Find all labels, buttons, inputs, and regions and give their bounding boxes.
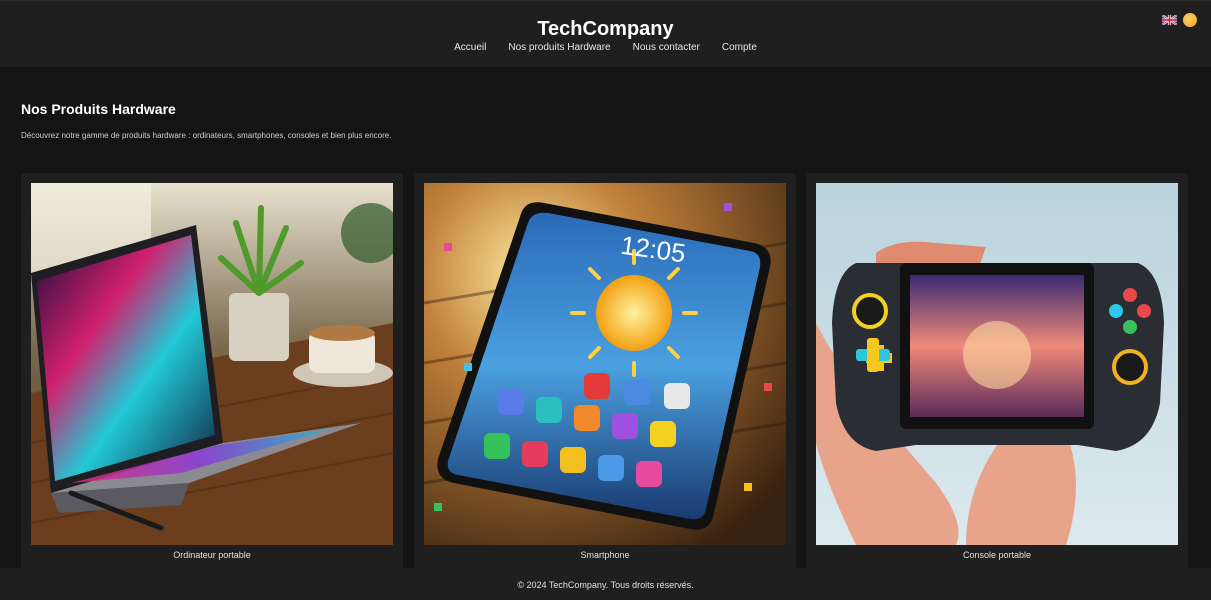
sun-icon[interactable] (1183, 13, 1197, 27)
header-controls (1162, 13, 1197, 27)
uk-flag-icon[interactable] (1162, 15, 1177, 25)
product-caption: Ordinateur portable (173, 550, 251, 560)
laptop-image (31, 183, 393, 545)
footer-copyright: © 2024 TechCompany. Tous droits réservés… (517, 580, 694, 590)
brand-title[interactable]: TechCompany (0, 18, 1211, 41)
smartphone-image: 12:05 (424, 183, 786, 545)
site-header: TechCompany Accueil Nos produits Hardwar… (0, 0, 1211, 67)
nav-link-produits[interactable]: Nos produits Hardware (508, 42, 610, 53)
nav-link-contact[interactable]: Nous contacter (633, 42, 700, 53)
product-card-console[interactable]: Console portable (806, 173, 1188, 573)
product-card-laptop[interactable]: Ordinateur portable (21, 173, 403, 573)
product-caption: Smartphone (580, 550, 630, 560)
product-card-smartphone[interactable]: 12:05 Smartphone (414, 173, 796, 573)
page-title: Nos Produits Hardware (21, 101, 176, 117)
nav-link-compte[interactable]: Compte (722, 42, 757, 53)
product-caption: Console portable (962, 550, 1032, 560)
nav-link-accueil[interactable]: Accueil (454, 42, 486, 53)
page-description: Découvrez notre gamme de produits hardwa… (21, 131, 392, 140)
main-nav: Accueil Nos produits Hardware Nous conta… (0, 42, 1211, 53)
handheld-console-image (816, 183, 1178, 545)
site-footer: © 2024 TechCompany. Tous droits réservés… (0, 568, 1211, 600)
